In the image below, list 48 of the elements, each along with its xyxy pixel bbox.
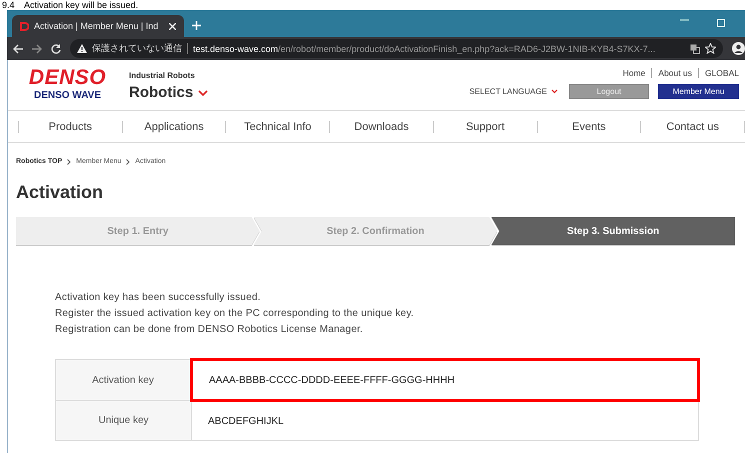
chevron-icon: [551, 89, 558, 94]
top-link[interactable]: GLOBAL: [704, 68, 739, 78]
step-indicator: Step 1. Entry: [16, 217, 260, 245]
page-title: Activation: [16, 182, 104, 202]
logo-subtext: DENSO WAVE: [34, 90, 102, 101]
close-icon[interactable]: [169, 22, 176, 30]
nav-link[interactable]: Downloads: [329, 120, 433, 132]
table-cell: ABCDEFGHIJKL: [192, 400, 698, 440]
table-cell: AAAA-BBBB-CCCC-DDDD-EEEE-FFFF-GGGG-HHHH: [192, 360, 698, 400]
address-field[interactable]: 保護されていない通信 test.denso-wave.com/en/robot/member/product/doActivationFinish_en.php?ack=RAD6-J2BW-1NIB-KYB4-S7KX-7...: [70, 39, 723, 58]
message-text: Activation key has been successfully issued.: [55, 291, 262, 305]
logo-icon: [20, 22, 29, 30]
caption-text: 9.4 Activation key will be issued.: [2, 0, 138, 10]
forward-icon[interactable]: [32, 44, 42, 54]
nav-link[interactable]: Contact us: [640, 120, 745, 132]
message-text: Registration can be done from DENSO Robotics License Manager.: [55, 323, 364, 337]
warning-icon: [77, 44, 87, 53]
top-link[interactable]: About us: [658, 68, 692, 78]
member-menu-button[interactable]: Member Menu: [658, 84, 739, 99]
chevron-icon: [198, 90, 208, 96]
browser-tab[interactable]: Activation | Member Menu | Ind: [12, 15, 184, 37]
new-tab-icon[interactable]: [192, 21, 201, 30]
step-indicator: Step 3. Submission: [491, 217, 736, 245]
maximize-icon[interactable]: [717, 19, 725, 27]
security-label: 保護されていない通信: [92, 42, 182, 55]
chevron-icon: [67, 158, 72, 164]
minimize-icon[interactable]: [680, 19, 689, 21]
nav-link[interactable]: Products: [18, 120, 122, 132]
site-menu[interactable]: Robotics: [129, 84, 208, 101]
nav-link[interactable]: Applications: [122, 120, 226, 132]
star-icon[interactable]: [705, 43, 716, 54]
table-header-cell: Activation key: [56, 360, 192, 400]
logo-text[interactable]: DENSO: [28, 68, 106, 88]
account-icon[interactable]: [732, 42, 745, 55]
nav-link[interactable]: Support: [432, 120, 537, 132]
url-text: test.denso-wave.com/en/robot/member/product/doActivationFinish_en.php?ack=RAD6-J2BW-1NIB-KYB4-S7KX-7...: [193, 44, 656, 54]
reload-icon[interactable]: [51, 44, 61, 54]
nav-link[interactable]: Events: [536, 120, 640, 132]
nav-link[interactable]: Technical Info: [225, 120, 330, 132]
step-indicator: Step 2. Confirmation: [254, 217, 498, 245]
category-label: Industrial Robots: [129, 71, 196, 80]
message-text: Register the issued activation key on the PC corresponding to the unique key.: [55, 307, 415, 321]
language-select[interactable]: SELECT LANGUAGE: [469, 87, 558, 96]
table-header-cell: Unique key: [56, 400, 192, 440]
chevron-icon: [126, 158, 130, 164]
translate-icon[interactable]: [690, 44, 700, 54]
top-link[interactable]: Home: [622, 68, 646, 78]
back-icon[interactable]: [13, 44, 23, 54]
